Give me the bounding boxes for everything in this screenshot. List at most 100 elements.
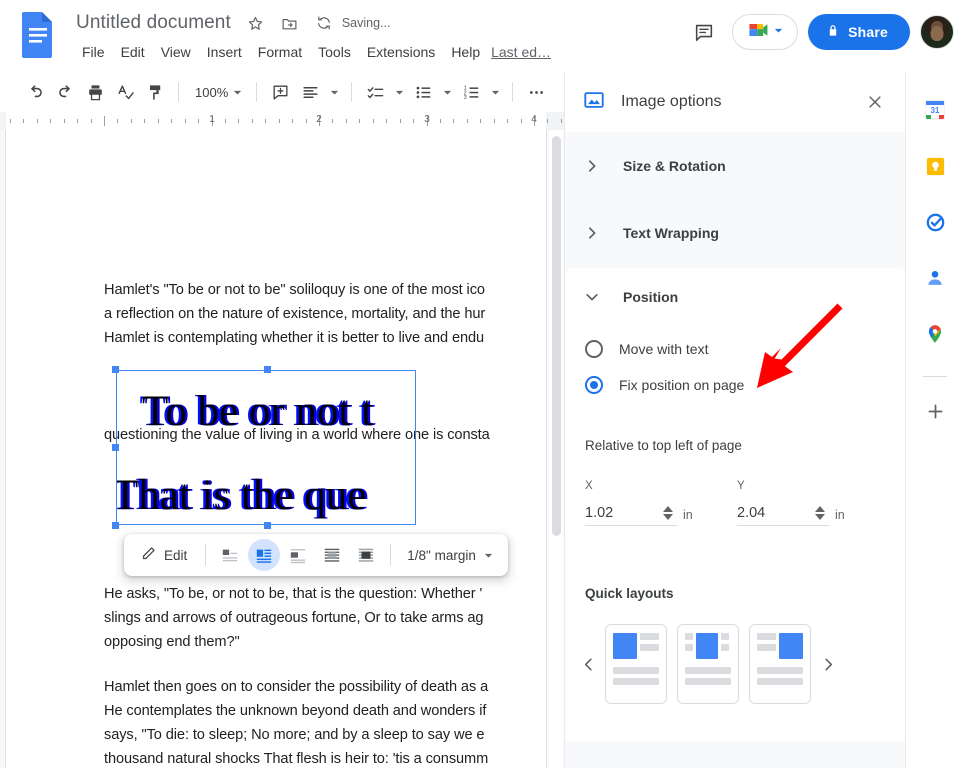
in-front-of-text-button[interactable] [350,539,382,571]
google-calendar-icon[interactable]: 31 [915,90,955,130]
menu-view[interactable]: View [153,41,199,63]
numbered-list-select[interactable]: 1 2 3 [456,77,504,107]
image-text-line-1: To be or not t [142,388,374,435]
numbered-list-icon[interactable]: 1 2 3 [456,77,486,107]
chevron-down-icon [773,23,784,41]
plus-icon[interactable] [915,391,955,431]
share-button[interactable]: Share [808,14,910,50]
spinner-down-icon[interactable] [815,513,825,520]
bulleted-list-select[interactable] [408,77,456,107]
radio-move-with-text[interactable]: Move with text [565,334,906,364]
menu-tools[interactable]: Tools [310,41,359,63]
spellcheck-button[interactable] [110,77,140,107]
comment-history-icon[interactable] [686,14,722,50]
behind-text-button[interactable] [316,539,348,571]
align-select[interactable] [295,77,343,107]
spinner-down-icon[interactable] [663,513,673,520]
menu-bar: File Edit View Insert Format Tools Exten… [74,41,554,63]
google-meet-button[interactable] [732,14,799,50]
radio-fix-position-label: Fix position on page [619,377,745,393]
paragraph-1-line-3: Hamlet is contemplating whether it is be… [104,330,485,346]
ruler-tick [171,119,172,123]
menu-help[interactable]: Help [443,41,488,63]
image-content: To be or not t That is the que [116,370,556,525]
image-options-panel: Image options Size & Rotation Text Wrapp… [564,72,906,768]
checklist-select[interactable] [360,77,408,107]
redo-button[interactable] [50,77,80,107]
radio-fix-position-on-page[interactable]: Fix position on page [565,370,906,400]
avatar[interactable] [920,15,954,49]
paragraph-2-line-3: slings and arrows of outrageous fortune,… [104,610,484,626]
zoom-select[interactable]: 100% [187,80,248,104]
add-comment-button[interactable] [265,77,295,107]
document-canvas[interactable]: Hamlet's "To be or not to be" soliloquy … [0,130,564,768]
menu-edit[interactable]: Edit [113,41,153,63]
y-position-group: Y in [737,480,857,526]
ruler-tick [413,119,414,123]
share-button-label: Share [848,24,888,40]
chevron-right-icon [583,157,601,175]
quick-layout-1[interactable] [605,624,667,704]
chevron-down-icon [438,83,456,101]
close-icon[interactable] [858,85,892,119]
document-scrollbar-thumb[interactable] [552,136,561,536]
docs-logo-icon[interactable] [18,10,58,60]
move-to-folder-icon[interactable] [277,10,303,36]
wrap-text-button[interactable] [248,539,281,571]
spinner-up-icon[interactable] [815,505,825,512]
checklist-icon[interactable] [360,77,390,107]
quick-layout-2[interactable] [677,624,739,704]
image-edit-button[interactable]: Edit [132,539,197,571]
ruler-tick [131,119,132,123]
spinner-up-icon[interactable] [663,505,673,512]
break-text-button[interactable] [282,539,314,571]
selected-word-art-image[interactable]: To be or not t That is the que [112,366,416,529]
y-position-input-wrap[interactable] [737,500,829,526]
y-position-input[interactable] [737,504,797,521]
quick-layout-3[interactable] [749,624,811,704]
ruler-tick [185,119,186,123]
google-tasks-icon[interactable] [915,202,955,242]
print-button[interactable] [80,77,110,107]
image-margin-select[interactable]: 1/8" margin [399,539,500,571]
document-page[interactable]: Hamlet's "To be or not to be" soliloquy … [6,130,546,768]
last-edit-link[interactable]: Last ed… [488,42,554,62]
section-position[interactable]: Position [565,268,906,326]
wrap-in-line-button[interactable] [214,539,246,571]
align-left-icon[interactable] [295,77,325,107]
resize-handle-top-center[interactable] [264,366,271,373]
quick-layouts-strip [575,616,895,712]
ruler-tick [198,119,199,123]
section-size-rotation-label: Size & Rotation [623,157,726,174]
menu-file[interactable]: File [74,41,113,63]
resize-handle-middle-left[interactable] [112,444,119,451]
bulleted-list-icon[interactable] [408,77,438,107]
document-title[interactable]: Untitled document [72,10,235,36]
resize-handle-bottom-left[interactable] [112,522,119,529]
menu-format[interactable]: Format [250,41,310,63]
undo-button[interactable] [20,77,50,107]
menu-insert[interactable]: Insert [199,41,250,63]
x-position-stepper[interactable] [663,505,677,520]
google-keep-icon[interactable] [915,146,955,186]
y-position-stepper[interactable] [815,505,829,520]
section-size-rotation[interactable]: Size & Rotation [565,132,906,199]
x-position-input[interactable] [585,504,645,521]
paint-format-button[interactable] [140,77,170,107]
pencil-icon [140,545,157,565]
more-options-button[interactable] [521,77,551,107]
paragraph-3-line-3: says, "To die: to sleep; No more; and by… [104,727,485,743]
google-maps-icon[interactable] [915,314,955,354]
image-icon [583,89,605,116]
google-contacts-icon[interactable] [915,258,955,298]
resize-handle-bottom-center[interactable] [264,522,271,529]
toolbar-divider [512,82,514,102]
x-position-input-wrap[interactable] [585,500,677,526]
resize-handle-top-left[interactable] [112,366,119,373]
ruler[interactable]: 1 2 3 4 [0,112,564,130]
section-text-wrapping[interactable]: Text Wrapping [565,199,906,266]
menu-extensions[interactable]: Extensions [359,41,443,63]
quick-layouts-prev-button[interactable] [575,651,601,677]
quick-layouts-next-button[interactable] [815,651,841,677]
star-icon[interactable] [243,10,269,36]
